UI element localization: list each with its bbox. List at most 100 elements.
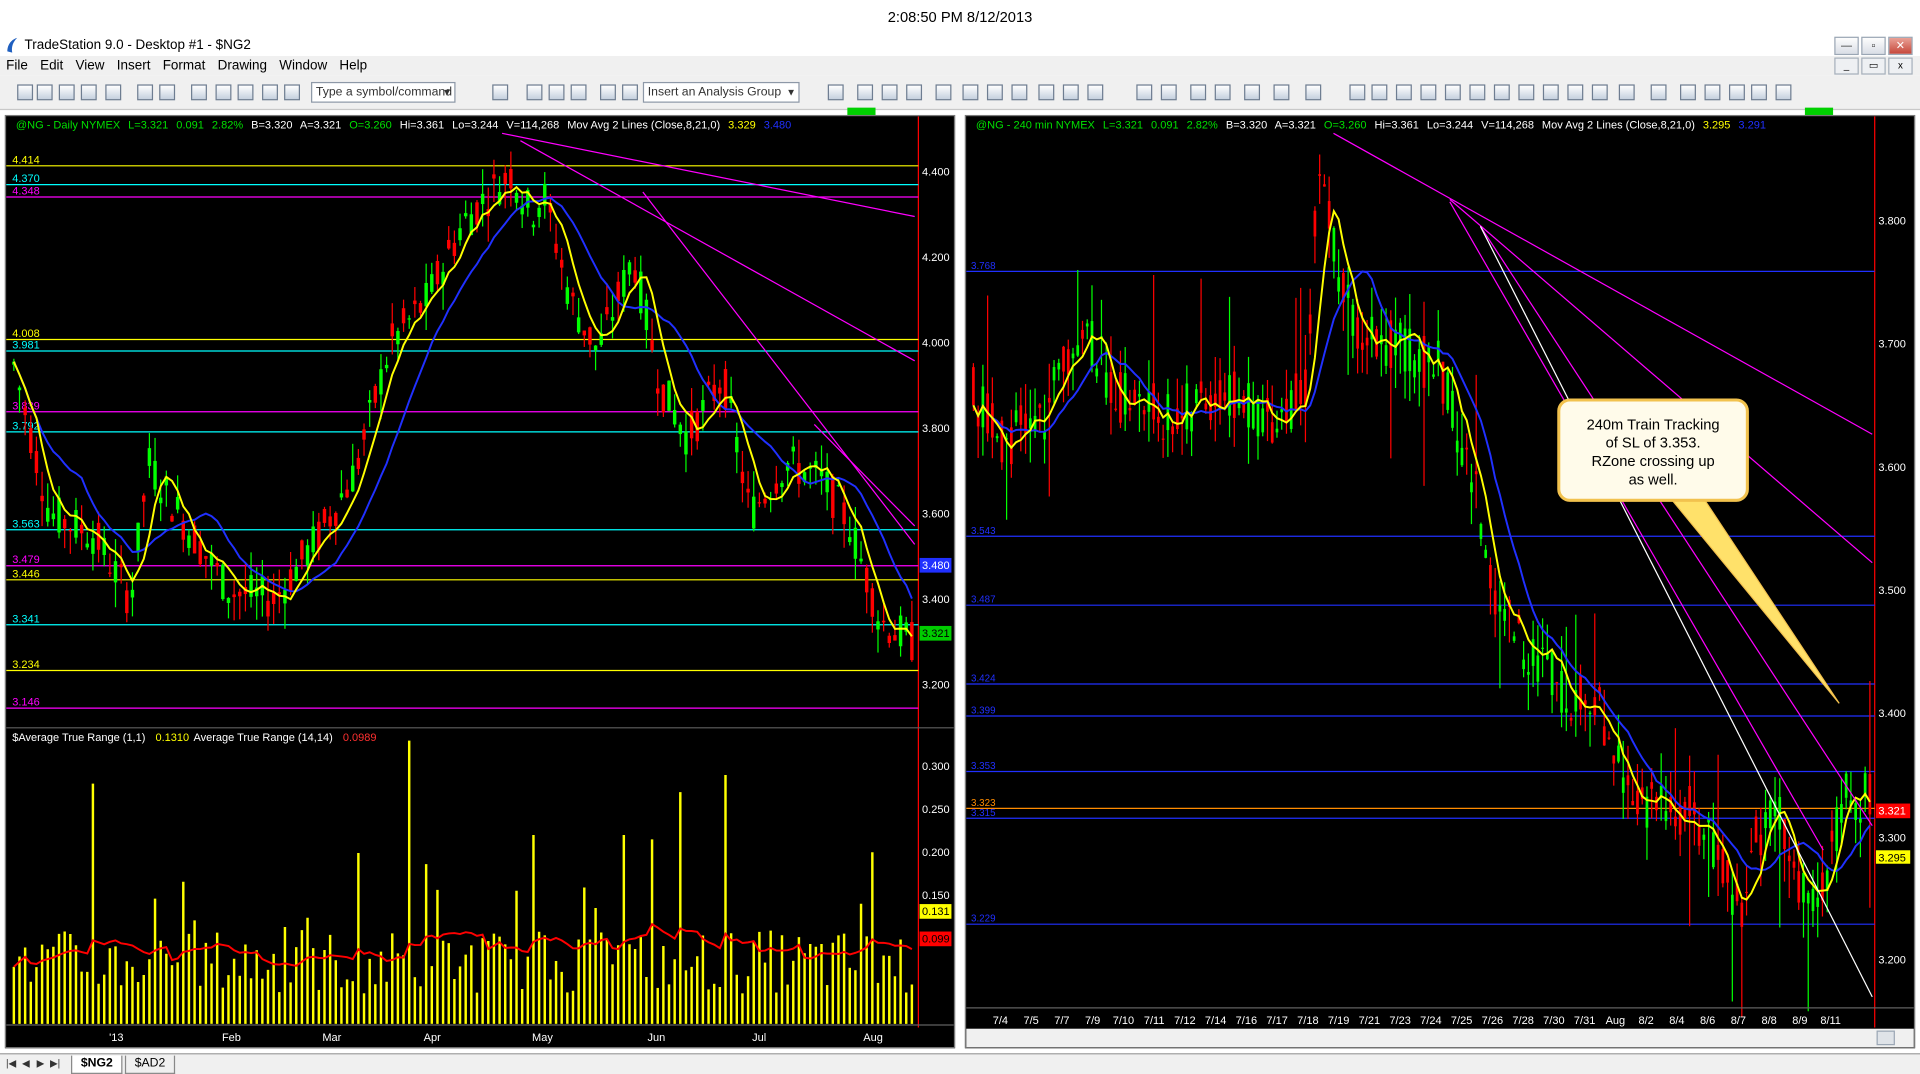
lock-icon[interactable] (1469, 84, 1486, 101)
first-tab-icon[interactable]: |◀ (5, 1057, 17, 1072)
trendline-icon[interactable] (1567, 84, 1584, 101)
price-bar (1308, 314, 1312, 334)
price-tick-label: 3.800 (922, 423, 950, 435)
price-bar (1693, 802, 1696, 815)
price-tick-label: 3.200 (922, 680, 950, 692)
cursor-icon[interactable] (262, 84, 278, 101)
chart-icon[interactable] (935, 84, 952, 101)
zoom-out-icon[interactable] (1038, 84, 1055, 101)
trendline-icon[interactable] (1087, 84, 1104, 101)
print-icon[interactable] (906, 84, 923, 101)
last-tab-icon[interactable]: ▶| (49, 1057, 61, 1072)
date-tick-label: 8/2 (1638, 1015, 1653, 1027)
cursor-icon[interactable] (1542, 84, 1559, 101)
date-tick-label: 7/9 (1085, 1015, 1100, 1027)
mdi-restore-button[interactable]: ▭ (1861, 57, 1886, 75)
menu-drawing[interactable]: Drawing (211, 56, 273, 76)
circle-icon[interactable] (570, 84, 587, 101)
quote-icon[interactable] (962, 84, 979, 101)
price-bar (345, 489, 349, 498)
mdi-close-button[interactable]: x (1888, 57, 1913, 75)
print-icon[interactable] (105, 84, 122, 101)
close-button[interactable]: ✕ (1888, 36, 1913, 56)
save-icon[interactable] (1349, 84, 1366, 101)
tab-ng2[interactable]: $NG2 (71, 1055, 123, 1074)
print-icon[interactable] (1395, 84, 1412, 101)
fibonacci-icon[interactable] (492, 84, 509, 101)
fibonacci-icon[interactable] (1591, 84, 1608, 101)
print-preview-icon[interactable] (1371, 84, 1388, 101)
menu-format[interactable]: Format (157, 56, 212, 76)
minimize-button[interactable]: — (1834, 36, 1859, 56)
lock-icon[interactable] (191, 84, 207, 101)
arrow-down-icon[interactable] (1190, 84, 1207, 101)
chart-icon[interactable] (1420, 84, 1437, 101)
zoom-in-icon[interactable] (1493, 84, 1510, 101)
lock-icon[interactable] (986, 84, 1003, 101)
date-tick-label: 8/6 (1700, 1015, 1715, 1027)
price-bar (831, 476, 835, 518)
price-bar (271, 592, 276, 605)
new-icon[interactable] (1728, 84, 1745, 101)
save-icon[interactable] (857, 84, 874, 101)
trendline-icon[interactable] (284, 84, 301, 101)
new-icon[interactable] (1273, 84, 1290, 101)
analysis-group-select[interactable]: Insert an Analysis Group ▼ (642, 81, 800, 103)
text-icon[interactable] (1704, 84, 1721, 101)
arrow-down-icon[interactable] (548, 84, 565, 101)
text-icon[interactable] (600, 84, 616, 101)
price-bar (1270, 422, 1274, 443)
zoom-in-icon[interactable] (1011, 84, 1028, 101)
next-tab-icon[interactable]: ▶ (34, 1057, 46, 1072)
new-icon[interactable] (622, 84, 638, 101)
price-bar (34, 451, 39, 474)
fibonacci-icon[interactable] (1136, 84, 1153, 101)
menu-view[interactable]: View (69, 56, 110, 76)
quote-icon[interactable] (159, 84, 176, 101)
intraday-price-chart[interactable]: 3.7683.5433.4873.4243.3993.3533.3233.315… (966, 116, 1914, 1048)
text-icon[interactable] (1244, 84, 1261, 101)
price-bar (322, 509, 327, 523)
zoom-out-icon[interactable] (237, 84, 254, 101)
open-icon[interactable] (36, 84, 53, 101)
menu-help[interactable]: Help (333, 56, 373, 76)
open-icon[interactable] (1751, 84, 1767, 101)
save-icon[interactable] (58, 84, 75, 101)
open-icon[interactable] (827, 84, 844, 101)
intraday-chart-window[interactable]: @NG - 240 min NYMEX L=3.321 0.091 2.82% … (964, 114, 1916, 1049)
new-icon[interactable] (17, 84, 34, 101)
quote-icon[interactable] (1444, 84, 1461, 101)
chart-icon[interactable] (137, 84, 154, 101)
menu-edit[interactable]: Edit (34, 56, 69, 76)
daily-price-chart[interactable]: 4.4144.3704.3484.0083.9813.8393.7923.563… (6, 116, 954, 1047)
arrow-up-icon[interactable] (1160, 84, 1177, 101)
circle-icon[interactable] (1680, 84, 1696, 101)
zoom-out-icon[interactable] (1518, 84, 1535, 101)
arrow-down-icon[interactable] (1650, 84, 1667, 101)
print-preview-icon[interactable] (80, 84, 97, 101)
cursor-icon[interactable] (1062, 84, 1079, 101)
tab-ad2[interactable]: $AD2 (124, 1055, 176, 1074)
prev-tab-icon[interactable]: ◀ (20, 1057, 32, 1072)
circle-icon[interactable] (1214, 84, 1231, 101)
chevron-down-icon[interactable]: ▼ (786, 83, 796, 101)
date-tick-label: 7/7 (1054, 1015, 1069, 1027)
price-bar (1384, 345, 1388, 366)
print-preview-icon[interactable] (881, 84, 898, 101)
price-bar (1816, 897, 1820, 907)
chevron-down-icon[interactable]: ▼ (442, 83, 452, 101)
zoom-in-icon[interactable] (215, 84, 232, 101)
save-icon[interactable] (1775, 84, 1792, 101)
open-icon[interactable] (1305, 84, 1322, 101)
arrow-up-icon[interactable] (1618, 84, 1635, 101)
menu-file[interactable]: File (0, 56, 34, 76)
menu-window[interactable]: Window (273, 56, 333, 76)
menu-insert[interactable]: Insert (111, 56, 157, 76)
screen: 2:08:50 PM 8/12/2013 TradeStation 9.0 - … (0, 0, 1920, 1074)
arrow-up-icon[interactable] (526, 84, 543, 101)
maximize-button[interactable]: ▫ (1861, 36, 1886, 56)
daily-chart-window[interactable]: @NG - Daily NYMEX L=3.321 0.091 2.82% B=… (4, 114, 956, 1049)
symbol-input[interactable]: Type a symbol/command ▼ (311, 81, 456, 103)
date-tick-label: 7/11 (1144, 1015, 1165, 1027)
mdi-minimize-button[interactable]: _ (1834, 57, 1859, 75)
